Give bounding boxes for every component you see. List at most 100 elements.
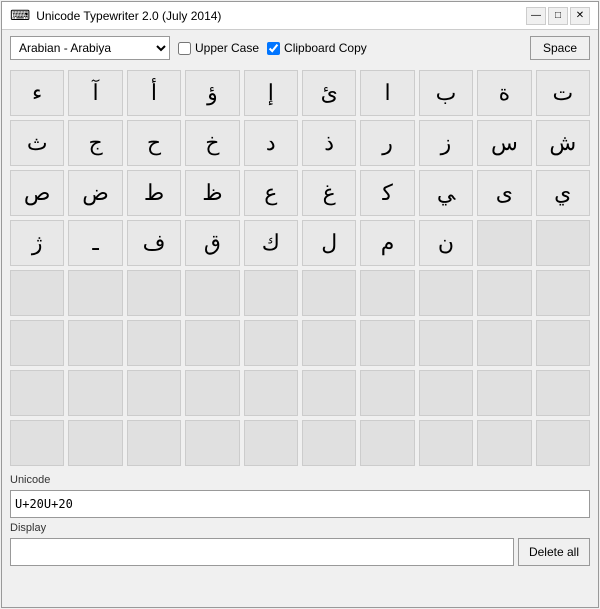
char-cell[interactable]: آ [68, 70, 122, 116]
title-bar-left: ⌨ Unicode Typewriter 2.0 (July 2014) [10, 7, 221, 24]
bottom-area: Unicode Display Delete all [2, 470, 598, 607]
char-cell[interactable]: د [244, 120, 298, 166]
uppercase-label[interactable]: Upper Case [178, 41, 259, 55]
char-cell [68, 270, 122, 316]
char-cell [244, 320, 298, 366]
char-cell [536, 220, 590, 266]
char-cell[interactable]: أ [127, 70, 181, 116]
char-cell [360, 370, 414, 416]
char-cell [536, 320, 590, 366]
char-cell[interactable]: ء [10, 70, 64, 116]
char-cell[interactable]: ـ [68, 220, 122, 266]
char-cell [68, 370, 122, 416]
char-cell[interactable]: ت [536, 70, 590, 116]
char-cell [477, 270, 531, 316]
char-cell [360, 270, 414, 316]
uppercase-text: Upper Case [195, 41, 259, 55]
char-cell[interactable]: ع [244, 170, 298, 216]
char-cell[interactable]: ي [536, 170, 590, 216]
char-cell [10, 270, 64, 316]
char-cell [302, 420, 356, 466]
char-cell[interactable]: ة [477, 70, 531, 116]
clipboard-label[interactable]: Clipboard Copy [267, 41, 367, 55]
char-cell [185, 320, 239, 366]
char-cell [244, 370, 298, 416]
char-cell[interactable]: م [360, 220, 414, 266]
char-cell[interactable]: ط [127, 170, 181, 216]
char-cell[interactable]: ظ [185, 170, 239, 216]
uppercase-checkbox[interactable] [178, 42, 191, 55]
char-cell [244, 420, 298, 466]
char-cell[interactable]: ؤ [185, 70, 239, 116]
char-cell[interactable]: ث [10, 120, 64, 166]
char-cell [10, 420, 64, 466]
char-cell [536, 270, 590, 316]
char-cell [419, 370, 473, 416]
char-cell [536, 370, 590, 416]
char-cell[interactable]: إ [244, 70, 298, 116]
char-cell [477, 420, 531, 466]
char-cell[interactable]: غ [302, 170, 356, 216]
delete-all-button[interactable]: Delete all [518, 538, 590, 566]
space-button[interactable]: Space [530, 36, 590, 60]
char-cell[interactable]: ص [10, 170, 64, 216]
char-cell [302, 320, 356, 366]
clipboard-checkbox[interactable] [267, 42, 280, 55]
minimize-button[interactable]: — [526, 7, 546, 25]
char-cell[interactable]: ژ [10, 220, 64, 266]
char-cell[interactable]: ض [68, 170, 122, 216]
char-cell[interactable]: ج [68, 120, 122, 166]
app-icon: ⌨ [10, 7, 30, 24]
display-input[interactable] [10, 538, 514, 566]
language-dropdown[interactable]: Arabian - Arabiya [10, 36, 170, 60]
char-cell[interactable]: ر [360, 120, 414, 166]
char-cell [127, 370, 181, 416]
char-cell[interactable]: ن [419, 220, 473, 266]
close-button[interactable]: ✕ [570, 7, 590, 25]
char-cell [419, 270, 473, 316]
char-cell [10, 320, 64, 366]
char-cell [419, 420, 473, 466]
display-row: Delete all [10, 538, 590, 566]
char-cell[interactable]: ﻲ [419, 170, 473, 216]
char-cell[interactable]: ا [360, 70, 414, 116]
char-cell[interactable]: ح [127, 120, 181, 166]
char-cell [185, 270, 239, 316]
char-cell [127, 320, 181, 366]
char-cell[interactable]: ف [127, 220, 181, 266]
unicode-input[interactable] [10, 490, 590, 518]
char-cell [302, 270, 356, 316]
title-bar-controls: — □ ✕ [526, 7, 590, 25]
toolbar: Arabian - Arabiya Upper Case Clipboard C… [2, 30, 598, 66]
char-cell [244, 270, 298, 316]
char-cell [185, 420, 239, 466]
char-cell [477, 220, 531, 266]
char-cell [477, 320, 531, 366]
char-cell[interactable]: ى [477, 170, 531, 216]
char-cell [360, 420, 414, 466]
char-cell [302, 370, 356, 416]
clipboard-text: Clipboard Copy [284, 41, 367, 55]
character-grid: ءآأؤإئابةت ثجحخدذرزسش صضطظعغﻛﻲىي ژـفقكلمن [2, 66, 598, 470]
char-cell [127, 420, 181, 466]
char-cell [360, 320, 414, 366]
char-cell[interactable]: ﻛ [360, 170, 414, 216]
char-cell[interactable]: ئ [302, 70, 356, 116]
char-cell[interactable]: ل [302, 220, 356, 266]
char-cell [68, 420, 122, 466]
char-cell[interactable]: ك [244, 220, 298, 266]
char-cell[interactable]: س [477, 120, 531, 166]
char-cell [68, 320, 122, 366]
char-cell[interactable]: ش [536, 120, 590, 166]
char-cell [185, 370, 239, 416]
maximize-button[interactable]: □ [548, 7, 568, 25]
char-cell [10, 370, 64, 416]
char-cell[interactable]: ق [185, 220, 239, 266]
char-cell[interactable]: خ [185, 120, 239, 166]
char-cell[interactable]: ز [419, 120, 473, 166]
char-cell[interactable]: ذ [302, 120, 356, 166]
main-window: ⌨ Unicode Typewriter 2.0 (July 2014) — □… [1, 1, 599, 608]
app-title: Unicode Typewriter 2.0 (July 2014) [36, 9, 221, 23]
char-cell[interactable]: ب [419, 70, 473, 116]
char-cell [536, 420, 590, 466]
